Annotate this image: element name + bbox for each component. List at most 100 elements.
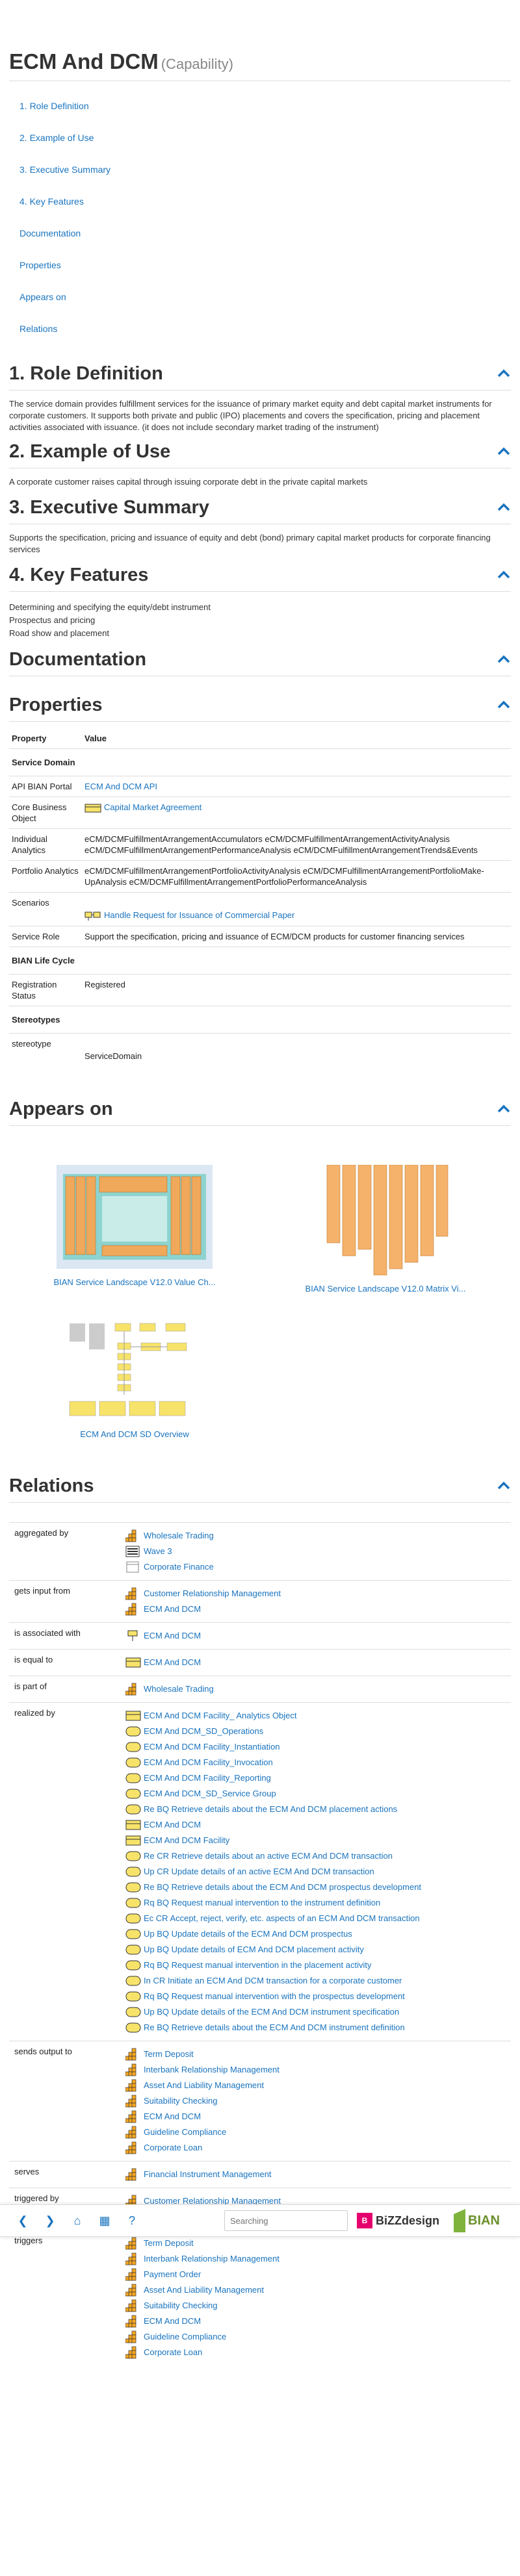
relation-link[interactable]: Rq BQ Request manual intervention in the…	[144, 1960, 371, 1970]
matrix-diagram-thumbnail[interactable]	[320, 1164, 450, 1275]
relation-link[interactable]: Rq BQ Request manual intervention with t…	[144, 1991, 405, 2001]
collapse-chevron-icon[interactable]	[497, 568, 511, 582]
relation-link[interactable]: ECM And DCM Facility_Reporting	[144, 1773, 271, 1783]
value-chain-diagram-thumbnail[interactable]	[57, 1164, 213, 1269]
relation-link[interactable]: Asset And Liability Management	[144, 2080, 264, 2090]
relation-row: is part of Wholesale Trading	[9, 1675, 511, 1703]
toc-link[interactable]: Appears on	[20, 292, 66, 302]
scenario-link[interactable]: Handle Request for Issuance of Commercia…	[104, 910, 294, 920]
relation-link[interactable]: Up BQ Update details of ECM And DCM plac…	[144, 1945, 364, 1954]
relation-link[interactable]: Up CR Update details of an active ECM An…	[144, 1867, 374, 1876]
collapse-chevron-icon[interactable]	[497, 698, 511, 712]
collapse-chevron-icon[interactable]	[497, 1102, 511, 1116]
relation-link[interactable]: Suitability Checking	[144, 2301, 217, 2310]
sd-overview-diagram-thumbnail[interactable]	[63, 1310, 206, 1421]
relation-link[interactable]: ECM And DCM	[144, 2316, 201, 2326]
core-business-object-link[interactable]: Capital Market Agreement	[104, 802, 202, 812]
relation-link[interactable]: ECM And DCM Facility_Instantiation	[144, 1742, 280, 1752]
relation-link[interactable]: ECM And DCM Facility_Invocation	[144, 1757, 273, 1767]
toc-link[interactable]: 1. Role Definition	[20, 101, 89, 111]
capability-icon	[125, 2315, 136, 2327]
relation-item: Up CR Update details of an active ECM An…	[125, 1864, 508, 1880]
relation-item: ECM And DCM_SD_Operations	[125, 1724, 508, 1739]
capability-icon	[125, 2048, 136, 2060]
relation-link[interactable]: ECM And DCM Facility	[144, 1835, 229, 1845]
relation-item: ECM And DCM Facility_Reporting	[125, 1770, 508, 1786]
column-header: Property	[12, 733, 47, 743]
relation-link[interactable]: ECM And DCM	[144, 1820, 201, 1830]
collapse-chevron-icon[interactable]	[497, 444, 511, 459]
chevron-right-icon[interactable]: ❯	[36, 2214, 64, 2228]
diagram-card[interactable]: BIAN Service Landscape V12.0 Value Ch...	[9, 1164, 260, 1294]
toc-link[interactable]: Documentation	[20, 228, 81, 238]
capability-icon	[125, 1603, 136, 1615]
relation-link[interactable]: Asset And Liability Management	[144, 2285, 264, 2295]
group-header: BIAN Life Cycle	[9, 946, 511, 975]
service-icon	[125, 1945, 141, 1955]
relation-link[interactable]: ECM And DCM	[144, 1631, 201, 1640]
relation-link[interactable]: Up BQ Update details of the ECM And DCM …	[144, 2007, 399, 2017]
relation-link[interactable]: ECM And DCM_SD_Service Group	[144, 1789, 276, 1798]
relation-item: In CR Initiate an ECM And DCM transactio…	[125, 1973, 508, 1989]
relation-link[interactable]: Re BQ Retrieve details about the ECM And…	[144, 2022, 405, 2032]
relation-link[interactable]: Ec CR Accept, reject, verify, etc. aspec…	[144, 1913, 420, 1923]
relation-link[interactable]: ECM And DCM	[144, 1604, 201, 1614]
relation-item: ECM And DCM	[125, 2109, 508, 2124]
service-icon	[125, 1804, 141, 1815]
search-input[interactable]	[224, 2210, 348, 2231]
relation-link[interactable]: Guideline Compliance	[144, 2127, 226, 2137]
relation-item: ECM And DCM	[125, 1655, 508, 1670]
diagram-card[interactable]: BIAN Service Landscape V12.0 Matrix Vi..…	[260, 1164, 511, 1294]
toc-link[interactable]: 2. Example of Use	[20, 133, 94, 143]
api-link[interactable]: ECM And DCM API	[84, 782, 157, 791]
relation-link[interactable]: Guideline Compliance	[144, 2332, 226, 2341]
relation-item: Suitability Checking	[125, 2298, 508, 2314]
relation-link[interactable]: Term Deposit	[144, 2238, 194, 2248]
relation-link[interactable]: Wholesale Trading	[144, 1531, 214, 1540]
toc-link[interactable]: 4. Key Features	[20, 196, 84, 207]
collapse-chevron-icon[interactable]	[497, 652, 511, 667]
diagram-link[interactable]: ECM And DCM SD Overview	[80, 1429, 189, 1439]
relation-link[interactable]: ECM And DCM	[144, 1657, 201, 1667]
diagram-link[interactable]: BIAN Service Landscape V12.0 Value Ch...	[53, 1277, 215, 1287]
relation-link[interactable]: Wave 3	[144, 1546, 172, 1556]
diagram-card[interactable]: ECM And DCM SD Overview	[9, 1310, 260, 1439]
collapse-chevron-icon[interactable]	[497, 1479, 511, 1493]
toc-link[interactable]: 3. Executive Summary	[20, 164, 110, 175]
relation-link[interactable]: Customer Relationship Management	[144, 1588, 281, 1598]
relation-link[interactable]: Re BQ Retrieve details about the ECM And…	[144, 1882, 421, 1892]
home-icon[interactable]: ⌂	[64, 2214, 91, 2228]
relation-item: ECM And DCM	[125, 1817, 508, 1833]
collapse-chevron-icon[interactable]	[497, 500, 511, 515]
relation-link[interactable]: In CR Initiate an ECM And DCM transactio…	[144, 1976, 402, 1985]
relation-link[interactable]: Financial Instrument Management	[144, 2169, 272, 2179]
relation-link[interactable]: Rq BQ Request manual intervention to the…	[144, 1898, 380, 1907]
toc-item: Documentation	[20, 228, 511, 260]
relation-link[interactable]: Payment Order	[144, 2269, 201, 2279]
property-label: Core Business Object	[9, 797, 82, 829]
relation-link[interactable]: Suitability Checking	[144, 2096, 217, 2106]
toc-link[interactable]: Relations	[20, 324, 57, 334]
help-button[interactable]: ?	[118, 2214, 146, 2228]
toc-link[interactable]: Properties	[20, 260, 61, 270]
example-text: A corporate customer raises capital thro…	[9, 477, 368, 487]
section-heading: 2. Example of Use	[9, 441, 171, 462]
relation-link[interactable]: Up BQ Update details of the ECM And DCM …	[144, 1929, 352, 1939]
collapse-chevron-icon[interactable]	[497, 366, 511, 381]
relation-link[interactable]: ECM And DCM	[144, 2111, 201, 2121]
relation-link[interactable]: Term Deposit	[144, 2049, 194, 2059]
relation-targets: Term Deposit Interbank Relationship Manag…	[123, 2229, 511, 2366]
grid-icon[interactable]: ▦	[91, 2214, 118, 2228]
relation-link[interactable]: ECM And DCM Facility_ Analytics Object	[144, 1711, 297, 1720]
relation-link[interactable]: Corporate Loan	[144, 2347, 202, 2357]
relation-link[interactable]: Corporate Finance	[144, 1562, 214, 1572]
relation-link[interactable]: Wholesale Trading	[144, 1684, 214, 1694]
relation-link[interactable]: Interbank Relationship Management	[144, 2254, 280, 2264]
diagram-link[interactable]: BIAN Service Landscape V12.0 Matrix Vi..…	[306, 1284, 466, 1294]
relation-link[interactable]: Corporate Loan	[144, 2143, 202, 2152]
relation-link[interactable]: Re BQ Retrieve details about the ECM And…	[144, 1804, 397, 1814]
relation-link[interactable]: Interbank Relationship Management	[144, 2065, 280, 2074]
relation-link[interactable]: ECM And DCM_SD_Operations	[144, 1726, 263, 1736]
chevron-left-icon[interactable]: ❮	[9, 2214, 36, 2228]
relation-link[interactable]: Re CR Retrieve details about an active E…	[144, 1851, 393, 1861]
